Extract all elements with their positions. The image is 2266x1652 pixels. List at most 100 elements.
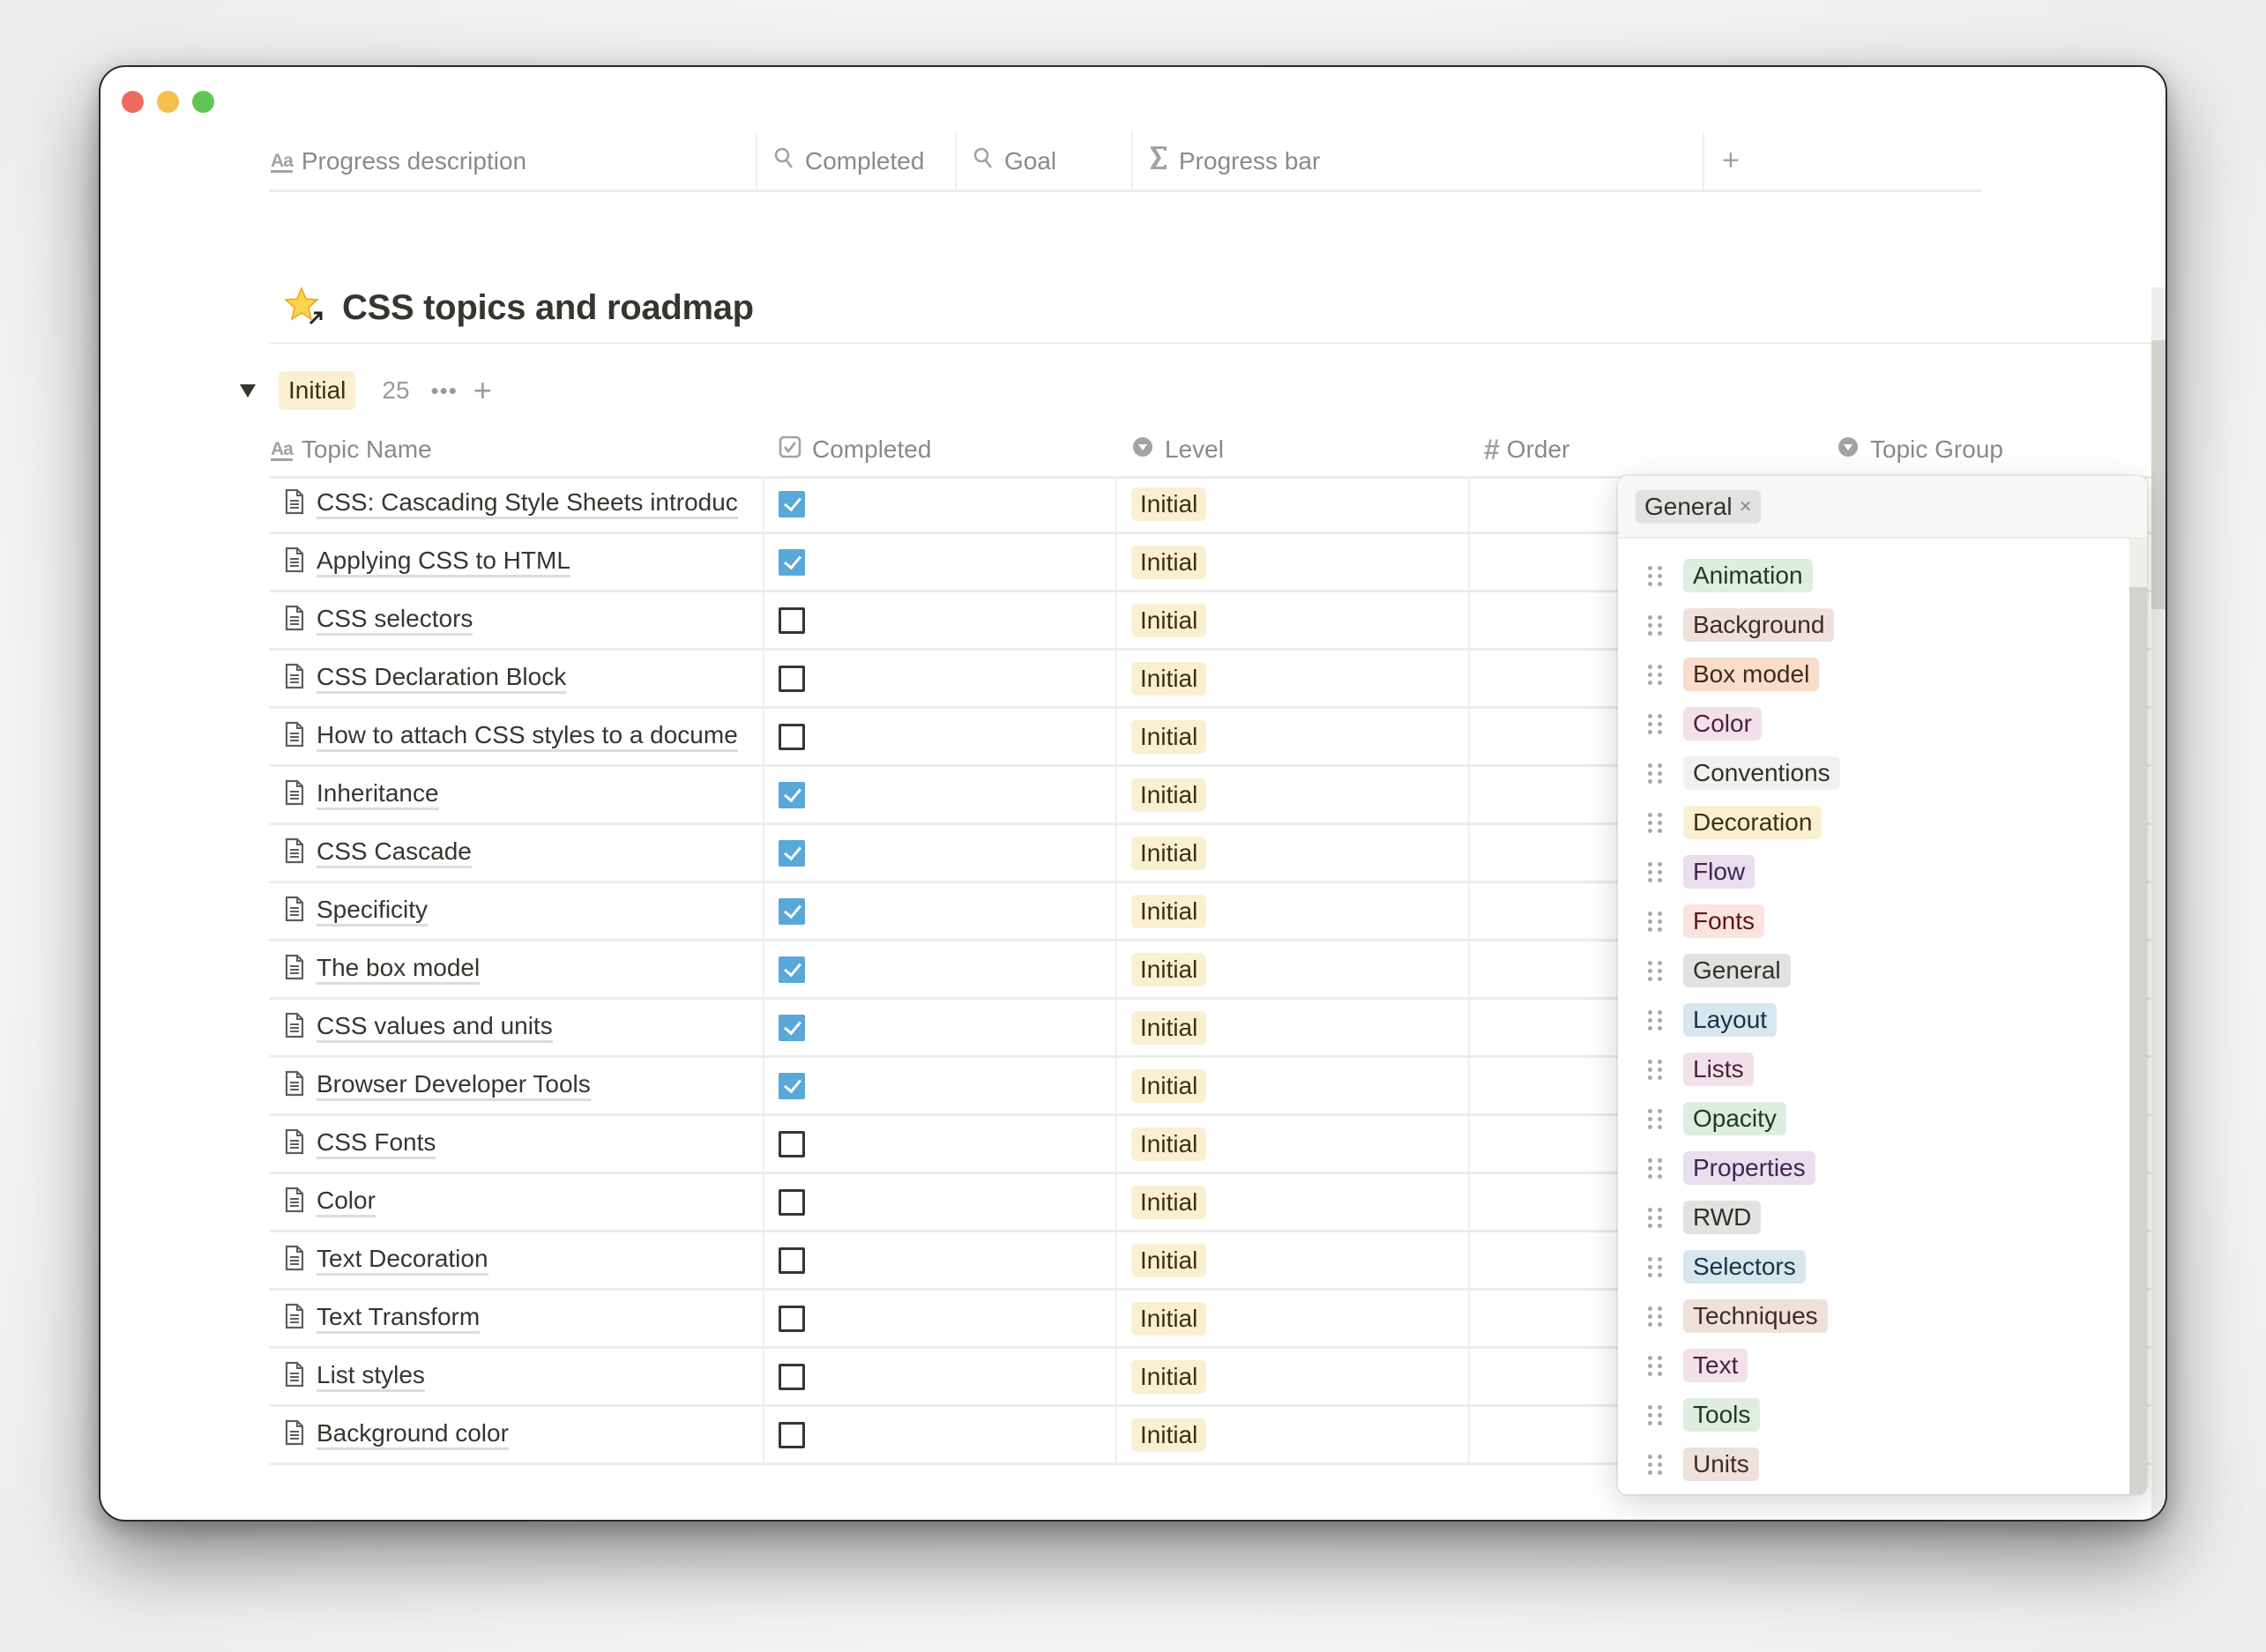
drag-handle-icon[interactable]	[1648, 1157, 1662, 1179]
column-header-completed[interactable]: Completed	[779, 423, 931, 476]
level-cell[interactable]: Initial	[1115, 1407, 1468, 1462]
topic-name-cell[interactable]: The box model	[269, 941, 763, 997]
close-window-button[interactable]	[122, 91, 144, 113]
topic-name-link[interactable]: Text Transform	[317, 1303, 481, 1334]
topic-name-link[interactable]: CSS values and units	[317, 1012, 553, 1043]
option-color[interactable]: Color	[1618, 699, 2129, 748]
level-cell[interactable]: Initial	[1115, 1291, 1468, 1346]
column-header-order[interactable]: # Order	[1484, 423, 1569, 476]
topic-name-link[interactable]: How to attach CSS styles to a docume	[317, 721, 738, 752]
column-header-topic-group[interactable]: Topic Group	[1837, 423, 2003, 476]
level-cell[interactable]: Initial	[1115, 1058, 1468, 1113]
topic-name-link[interactable]: The box model	[317, 954, 481, 985]
completed-checkbox[interactable]	[779, 665, 805, 692]
option-general[interactable]: General	[1618, 946, 2129, 995]
completed-checkbox[interactable]	[779, 897, 805, 925]
drag-handle-icon[interactable]	[1648, 664, 1662, 685]
topic-name-link[interactable]: CSS Fonts	[317, 1128, 436, 1159]
level-cell[interactable]: Initial	[1115, 534, 1468, 590]
level-cell[interactable]: Initial	[1115, 1349, 1468, 1404]
column-header-goal[interactable]: Goal	[955, 132, 1131, 190]
option-opacity[interactable]: Opacity	[1618, 1094, 2129, 1143]
topic-name-link[interactable]: CSS: Cascading Style Sheets introduc	[317, 488, 738, 519]
topic-name-link[interactable]: Color	[317, 1187, 376, 1217]
option-units[interactable]: Units	[1618, 1440, 2129, 1489]
completed-checkbox[interactable]	[779, 1072, 805, 1099]
topic-name-link[interactable]: CSS Declaration Block	[317, 663, 567, 694]
topic-name-link[interactable]: CSS Cascade	[317, 837, 472, 868]
completed-checkbox[interactable]	[779, 1421, 805, 1448]
drag-handle-icon[interactable]	[1648, 614, 1662, 636]
topic-name-cell[interactable]: Browser Developer Tools	[269, 1058, 763, 1113]
topic-name-cell[interactable]: Specificity	[269, 883, 763, 939]
option-decoration[interactable]: Decoration	[1618, 798, 2129, 847]
level-cell[interactable]: Initial	[1115, 709, 1468, 764]
option-text[interactable]: Text	[1618, 1341, 2129, 1390]
topic-name-link[interactable]: List styles	[317, 1361, 425, 1392]
topic-name-cell[interactable]: Text Decoration	[269, 1232, 763, 1288]
level-cell[interactable]: Initial	[1115, 1232, 1468, 1288]
page-title[interactable]: CSS topics and roadmap	[342, 288, 754, 328]
column-header-completed[interactable]: Completed	[756, 132, 955, 190]
add-column-button[interactable]: +	[1703, 132, 1981, 190]
drag-handle-icon[interactable]	[1648, 1355, 1662, 1376]
completed-checkbox[interactable]	[779, 606, 805, 634]
selected-options-field[interactable]: General ×	[1618, 476, 2147, 539]
column-header-progress-bar[interactable]: Progress bar	[1131, 132, 1703, 190]
drag-handle-icon[interactable]	[1648, 1404, 1662, 1425]
option-properties[interactable]: Properties	[1618, 1143, 2129, 1193]
topic-name-link[interactable]: Applying CSS to HTML	[317, 547, 570, 577]
topic-name-link[interactable]: Browser Developer Tools	[317, 1070, 591, 1101]
completed-checkbox[interactable]	[779, 1305, 805, 1332]
completed-checkbox[interactable]	[779, 781, 805, 808]
drag-handle-icon[interactable]	[1648, 1108, 1662, 1129]
drag-handle-icon[interactable]	[1648, 861, 1662, 882]
drag-handle-icon[interactable]	[1648, 763, 1662, 784]
topic-name-cell[interactable]: How to attach CSS styles to a docume	[269, 709, 763, 764]
option-fonts[interactable]: Fonts	[1618, 897, 2129, 946]
drag-handle-icon[interactable]	[1648, 1009, 1662, 1031]
option-tools[interactable]: Tools	[1618, 1390, 2129, 1440]
level-cell[interactable]: Initial	[1115, 941, 1468, 997]
zoom-window-button[interactable]	[192, 91, 214, 113]
option-flow[interactable]: Flow	[1618, 847, 2129, 897]
topic-name-link[interactable]: CSS selectors	[317, 605, 473, 636]
drag-handle-icon[interactable]	[1648, 1059, 1662, 1080]
completed-checkbox[interactable]	[779, 1130, 805, 1157]
topic-name-cell[interactable]: Color	[269, 1174, 763, 1230]
topic-name-cell[interactable]: CSS Fonts	[269, 1116, 763, 1172]
more-options-icon[interactable]: •••	[431, 377, 458, 405]
column-header-topic-name[interactable]: Aa Topic Name	[271, 423, 432, 476]
topic-name-cell[interactable]: CSS values and units	[269, 1000, 763, 1055]
level-cell[interactable]: Initial	[1115, 883, 1468, 939]
completed-checkbox[interactable]	[779, 839, 805, 867]
topic-name-cell[interactable]: Applying CSS to HTML	[269, 534, 763, 590]
drag-handle-icon[interactable]	[1648, 1207, 1662, 1228]
drag-handle-icon[interactable]	[1648, 1454, 1662, 1475]
completed-checkbox[interactable]	[779, 1014, 805, 1041]
topic-name-cell[interactable]: CSS Cascade	[269, 825, 763, 881]
page-scrollbar[interactable]	[2151, 287, 2165, 1520]
remove-chip-icon[interactable]: ×	[1740, 492, 1752, 522]
topic-name-link[interactable]: Inheritance	[317, 779, 439, 810]
drag-handle-icon[interactable]	[1648, 812, 1662, 833]
topic-name-cell[interactable]: CSS Declaration Block	[269, 651, 763, 706]
dropdown-scrollbar[interactable]	[2129, 539, 2147, 1494]
completed-checkbox[interactable]	[779, 1363, 805, 1390]
completed-checkbox[interactable]	[779, 956, 805, 983]
option-selectors[interactable]: Selectors	[1618, 1242, 2129, 1291]
level-cell[interactable]: Initial	[1115, 825, 1468, 881]
drag-handle-icon[interactable]	[1648, 911, 1662, 932]
column-header-level[interactable]: Level	[1131, 423, 1224, 476]
option-background[interactable]: Background	[1618, 600, 2129, 650]
column-header-progress-description[interactable]: Aa Progress description	[269, 132, 756, 190]
completed-checkbox[interactable]	[779, 548, 805, 576]
topic-name-cell[interactable]: Background color	[269, 1407, 763, 1462]
completed-checkbox[interactable]	[779, 723, 805, 750]
option-animation[interactable]: Animation	[1618, 551, 2129, 600]
topic-name-cell[interactable]: CSS: Cascading Style Sheets introduc	[269, 476, 763, 532]
topic-name-cell[interactable]: CSS selectors	[269, 592, 763, 648]
option-conventions[interactable]: Conventions	[1618, 748, 2129, 798]
drag-handle-icon[interactable]	[1648, 960, 1662, 981]
drag-handle-icon[interactable]	[1648, 1306, 1662, 1327]
